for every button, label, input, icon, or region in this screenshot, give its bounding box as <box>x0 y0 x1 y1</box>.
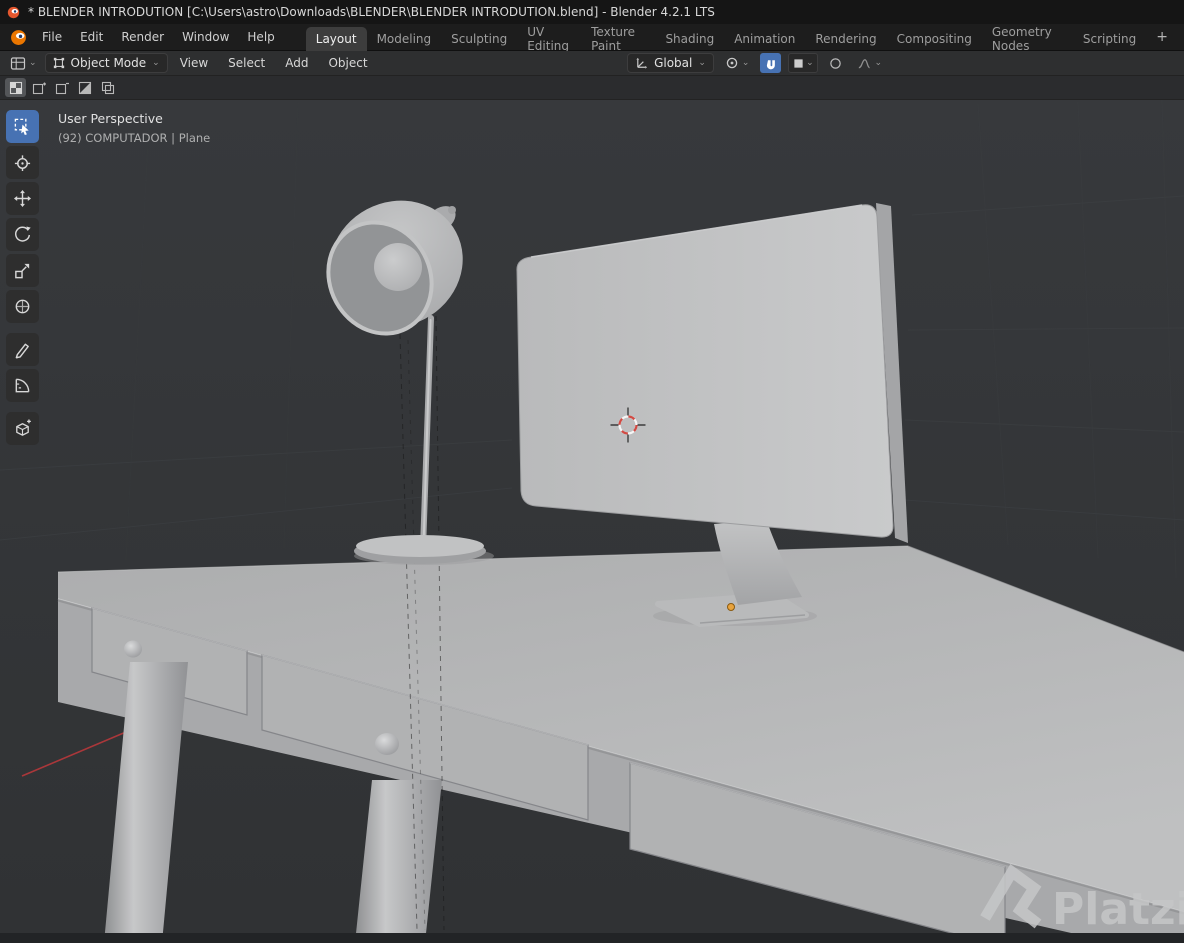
bottom-band <box>0 933 1184 943</box>
tab-compositing[interactable]: Compositing <box>887 27 982 51</box>
chevron-down-icon: ⌄ <box>741 57 750 68</box>
editor-type-icon <box>10 56 26 70</box>
magnet-icon <box>767 59 776 69</box>
select-mode-set-button[interactable] <box>5 78 26 97</box>
rotate-tool-icon <box>15 226 31 242</box>
transform-snap-cluster: Global ⌄ ⌄ ⌄ ⌄ <box>627 53 886 73</box>
transform-tool-icon <box>15 299 30 314</box>
tool-add-cube-button[interactable] <box>6 412 39 445</box>
select-mode-set-icon <box>9 81 22 94</box>
tab-sculpting[interactable]: Sculpting <box>441 27 517 51</box>
tab-geometry-nodes[interactable]: Geometry Nodes <box>982 25 1073 53</box>
tab-rendering[interactable]: Rendering <box>805 27 886 51</box>
orientation-axes-icon <box>636 57 648 69</box>
tool-rotate-button[interactable] <box>6 218 39 251</box>
viewport: Platzi User Perspective (92) COMPUTADOR … <box>0 100 1184 943</box>
select-mode-intersect-icon <box>101 81 114 94</box>
toolbar <box>6 110 39 445</box>
falloff-curve-icon <box>859 58 871 68</box>
tool-measure-button[interactable] <box>6 369 39 402</box>
snap-element-icon <box>794 58 803 68</box>
select-mode-invert-button[interactable] <box>74 78 95 97</box>
drawer-knob <box>375 733 399 755</box>
select-mode-extend-button[interactable] <box>28 78 49 97</box>
menu-view[interactable]: View <box>172 53 216 73</box>
snap-settings-dropdown[interactable]: ⌄ <box>788 53 819 73</box>
tool-settings-bar <box>0 76 1184 100</box>
tool-cursor-button[interactable] <box>6 146 39 179</box>
proportional-editing-toggle[interactable] <box>825 53 846 73</box>
cursor-tool-icon <box>14 155 31 172</box>
tab-texture-paint[interactable]: Texture Paint <box>581 25 655 53</box>
proportional-falloff-dropdown[interactable]: ⌄ <box>853 55 886 72</box>
select-mode-subtract-button[interactable] <box>51 78 72 97</box>
blender-window: * BLENDER INTRODUTION [C:\Users\astro\Do… <box>0 0 1184 943</box>
select-mode-extend-icon <box>32 82 46 94</box>
select-box-icon <box>14 118 29 136</box>
tab-scripting[interactable]: Scripting <box>1073 27 1146 51</box>
scale-tool-icon <box>15 263 30 279</box>
chevron-down-icon: ⌄ <box>152 57 160 68</box>
transform-orientation-dropdown[interactable]: Global ⌄ <box>627 53 714 73</box>
tab-animation[interactable]: Animation <box>724 27 805 51</box>
tab-modeling[interactable]: Modeling <box>367 27 442 51</box>
chevron-down-icon: ⌄ <box>698 57 706 68</box>
menu-select[interactable]: Select <box>220 53 273 73</box>
tool-annotate-button[interactable] <box>6 333 39 366</box>
annotate-pen-icon <box>15 343 29 359</box>
pivot-point-icon <box>726 57 738 69</box>
object-origin-dot <box>727 603 735 611</box>
tab-layout[interactable]: Layout <box>305 26 367 51</box>
menu-render[interactable]: Render <box>112 26 173 48</box>
drawer-knob <box>124 640 142 658</box>
tool-move-button[interactable] <box>6 182 39 215</box>
chevron-down-icon: ⌄ <box>806 57 814 68</box>
menubar: File Edit Render Window Help Layout Mode… <box>0 24 1184 53</box>
tool-scale-button[interactable] <box>6 254 39 287</box>
select-mode-invert-icon <box>78 81 91 94</box>
window-title: * BLENDER INTRODUTION [C:\Users\astro\Do… <box>28 5 715 19</box>
tab-shading[interactable]: Shading <box>655 27 724 51</box>
blender-app-icon <box>7 6 20 18</box>
titlebar: * BLENDER INTRODUTION [C:\Users\astro\Do… <box>0 0 1184 24</box>
snap-toggle-button[interactable] <box>760 53 782 73</box>
mode-label: Object Mode <box>70 56 147 70</box>
select-mode-intersect-button[interactable] <box>97 78 118 97</box>
add-workspace-button[interactable]: + <box>1146 27 1178 47</box>
blender-logo-icon[interactable] <box>10 29 27 46</box>
mode-dropdown[interactable]: Object Mode ⌄ <box>44 53 168 73</box>
menu-window[interactable]: Window <box>173 26 238 48</box>
menu-edit[interactable]: Edit <box>71 26 112 48</box>
editor-type-button[interactable]: ⌄ <box>6 54 41 73</box>
viewport-header: ⌄ Object Mode ⌄ View Select Add Object G… <box>0 51 1184 76</box>
chevron-down-icon: ⌄ <box>874 57 882 68</box>
tab-uv-editing[interactable]: UV Editing <box>517 25 581 53</box>
3d-viewport-canvas[interactable]: Platzi <box>0 100 1184 943</box>
tool-transform-button[interactable] <box>6 290 39 323</box>
select-mode-subtract-icon <box>55 82 69 94</box>
chevron-down-icon: ⌄ <box>29 57 37 68</box>
menu-help[interactable]: Help <box>238 26 283 48</box>
object-mode-icon <box>53 57 64 69</box>
menu-add[interactable]: Add <box>277 53 316 73</box>
proportional-circle-icon <box>830 57 842 69</box>
menu-file[interactable]: File <box>33 26 71 48</box>
measure-tool-icon <box>15 378 30 393</box>
add-cube-icon <box>16 419 31 436</box>
orientation-label: Global <box>654 56 693 70</box>
move-tool-icon <box>13 189 32 208</box>
pivot-point-dropdown[interactable]: ⌄ <box>721 54 754 72</box>
watermark-text: Platzi <box>1052 884 1184 935</box>
menu-object[interactable]: Object <box>320 53 375 73</box>
tool-select-box-button[interactable] <box>6 110 39 143</box>
workspace-tabs: Layout Modeling Sculpting UV Editing Tex… <box>305 24 1178 53</box>
